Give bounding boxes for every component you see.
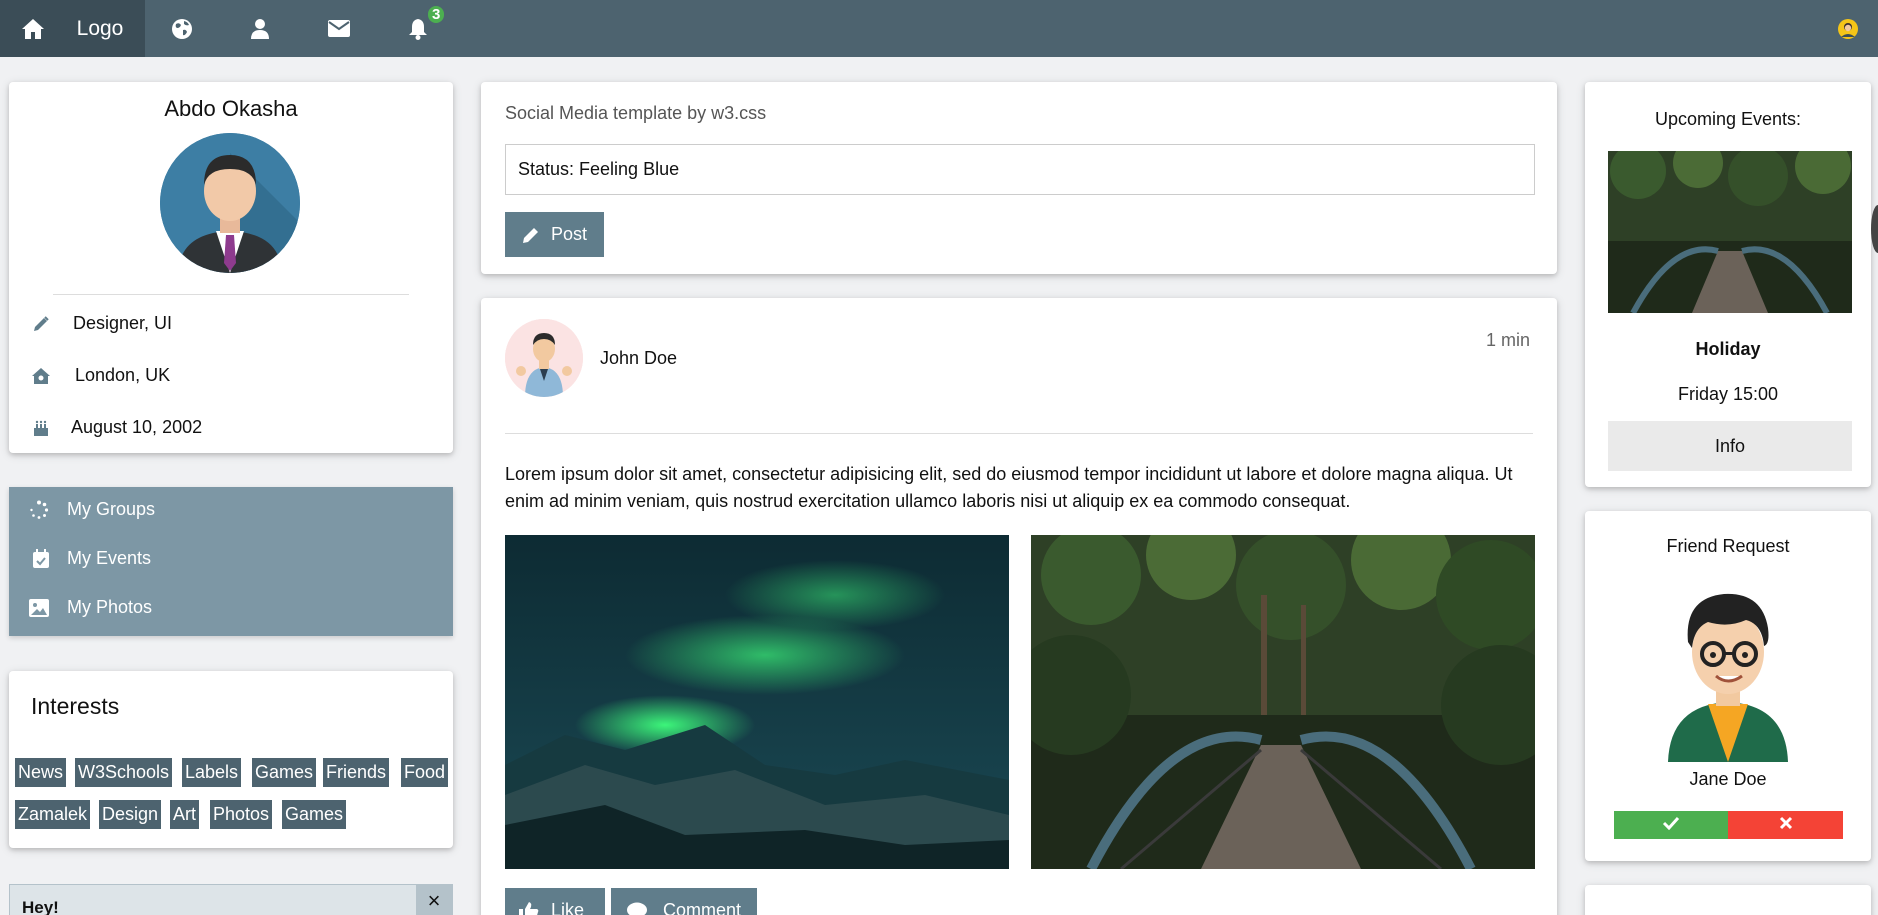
interest-tag: Games: [252, 758, 317, 787]
partial-side-card: [1585, 885, 1871, 915]
profile-job: Designer, UI: [73, 313, 173, 333]
profile-name: Abdo Okasha: [164, 96, 298, 121]
account-avatar[interactable]: [1836, 0, 1860, 57]
comment-label: Comment: [663, 900, 742, 915]
interest-tag: Games: [282, 800, 347, 829]
spinner-icon: [29, 500, 49, 520]
bridge-photo: [1031, 535, 1535, 869]
like-button[interactable]: Like: [505, 888, 605, 915]
my-events-label: My Events: [67, 548, 152, 568]
event-name: Holiday: [1695, 339, 1761, 359]
post-button-label: Post: [551, 224, 588, 244]
interests-title: Interests: [31, 693, 120, 719]
interest-tag: W3Schools: [75, 758, 173, 787]
envelope-icon[interactable]: [323, 0, 355, 57]
interest-tag: Friends: [323, 758, 390, 787]
my-photos-button[interactable]: My Photos: [29, 597, 152, 618]
profile-birthday-row: August 10, 2002: [31, 417, 202, 438]
post-card: John Doe 1 min Lorem ipsum dolor sit ame…: [481, 298, 1557, 915]
my-photos-label: My Photos: [67, 597, 153, 617]
check-icon: [1662, 816, 1680, 835]
calendar-check-icon: [31, 548, 51, 569]
status-input[interactable]: [505, 144, 1535, 195]
close-icon[interactable]: ×: [416, 885, 452, 915]
interest-tag: Zamalek: [15, 800, 91, 829]
logo-text: Logo: [76, 16, 124, 40]
friend-avatar: [1658, 580, 1798, 762]
image-icon: [29, 598, 49, 618]
profile-job-row: Designer, UI: [31, 313, 172, 334]
my-groups-label: My Groups: [67, 499, 156, 519]
interest-tag: News: [15, 758, 67, 787]
profile-location: London, UK: [75, 365, 171, 385]
info-label: Info: [1714, 435, 1746, 456]
pencil-icon: [31, 314, 51, 334]
comment-button[interactable]: Comment: [611, 888, 757, 915]
profile-divider: [53, 294, 409, 295]
birthday-cake-icon: [31, 418, 51, 438]
post-time: 1 min: [1485, 330, 1530, 350]
alert-title: Hey!: [22, 898, 59, 915]
groups-accordion: My Groups My Events My Photos: [9, 487, 453, 636]
event-photo: [1608, 151, 1852, 313]
post-author-avatar: [505, 319, 583, 397]
accept-request-button[interactable]: [1614, 811, 1728, 839]
notification-badge: 3: [428, 6, 445, 23]
profile-location-row: London, UK: [31, 365, 170, 386]
top-navbar: Logo 3: [0, 0, 1878, 57]
post-button[interactable]: Post: [505, 212, 604, 257]
status-card: Social Media template by w3.css Post: [481, 82, 1557, 274]
interest-tag: Art: [170, 800, 200, 829]
decline-request-button[interactable]: [1728, 811, 1843, 839]
interest-tag: Labels: [182, 758, 242, 787]
interest-tag: Food: [401, 758, 449, 787]
pencil-icon: [521, 225, 543, 245]
post-author-name: John Doe: [600, 348, 678, 368]
scroll-handle[interactable]: [1871, 205, 1878, 253]
home-logo-link[interactable]: Logo: [0, 0, 145, 57]
interest-tag: Photos: [210, 800, 273, 829]
event-info-button[interactable]: Info: [1608, 421, 1852, 471]
home-icon: [18, 0, 48, 57]
profile-avatar: [160, 133, 300, 273]
thumbs-up-icon: [519, 901, 539, 915]
post-text: Lorem ipsum dolor sit amet, consectetur …: [505, 464, 1513, 511]
home-location-icon: [31, 366, 51, 386]
upcoming-events-card: Upcoming Events: Holiday Friday 15:00 In…: [1585, 82, 1871, 487]
user-icon[interactable]: [244, 0, 276, 57]
upcoming-events-title: Upcoming Events:: [1654, 109, 1802, 129]
profile-birthday: August 10, 2002: [71, 417, 203, 437]
profile-card: Abdo Okasha Designer, UI London, UK Augu…: [9, 82, 453, 453]
template-title: Social Media template by w3.css: [505, 103, 767, 123]
friend-name: Jane Doe: [1689, 769, 1767, 789]
event-time: Friday 15:00: [1677, 384, 1779, 404]
interests-card: Interests News W3Schools Labels Games Fr…: [9, 671, 453, 848]
like-label: Like: [551, 900, 585, 915]
my-groups-button[interactable]: My Groups: [29, 499, 155, 520]
globe-icon[interactable]: [166, 0, 198, 57]
hey-alert: Hey! ×: [9, 884, 453, 915]
friend-request-title: Friend Request: [1666, 536, 1790, 556]
aurora-photo: [505, 535, 1009, 869]
interest-tag: Design: [99, 800, 162, 829]
close-icon: [1779, 816, 1793, 835]
my-events-button[interactable]: My Events: [31, 548, 151, 569]
post-divider: [505, 433, 1533, 434]
friend-request-card: Friend Request Jane Doe: [1585, 511, 1871, 861]
comment-icon: [627, 902, 647, 915]
